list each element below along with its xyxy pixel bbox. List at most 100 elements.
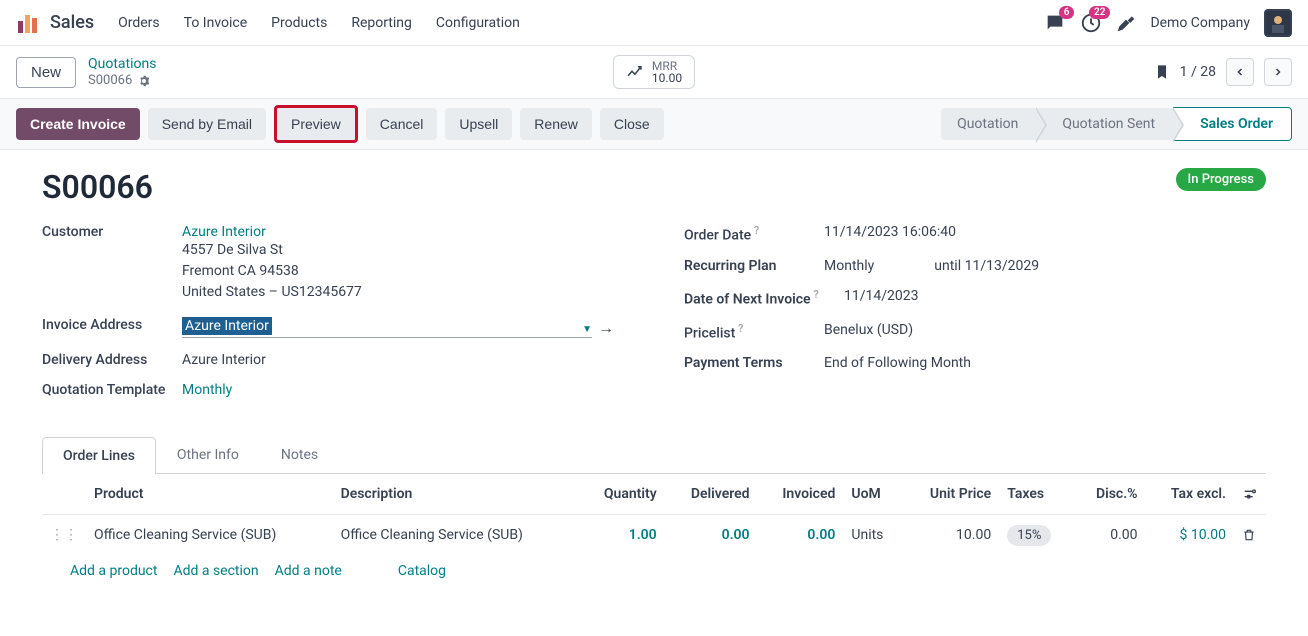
bookmark-icon[interactable] bbox=[1154, 64, 1170, 80]
tab-other-info[interactable]: Other Info bbox=[156, 436, 260, 473]
col-settings[interactable] bbox=[1234, 474, 1266, 515]
tools-icon[interactable] bbox=[1116, 13, 1136, 33]
fields-right: Order Date ? 11/14/2023 16:06:40 Recurri… bbox=[684, 224, 1266, 412]
cell-invoiced[interactable]: 0.00 bbox=[758, 515, 844, 556]
order-date-label: Order Date ? bbox=[684, 224, 824, 244]
activity-badge: 22 bbox=[1089, 6, 1110, 19]
pager-prev[interactable] bbox=[1226, 58, 1254, 86]
cell-delivered[interactable]: 0.00 bbox=[665, 515, 758, 556]
breadcrumb-quotations[interactable]: Quotations bbox=[88, 56, 156, 73]
col-product[interactable]: Product bbox=[86, 474, 333, 515]
payment-terms-value[interactable]: End of Following Month bbox=[824, 355, 1266, 371]
status-badge: In Progress bbox=[1176, 168, 1266, 191]
help-icon[interactable]: ? bbox=[811, 288, 819, 301]
status-sales-order[interactable]: Sales Order bbox=[1173, 107, 1292, 141]
menu-reporting[interactable]: Reporting bbox=[351, 15, 412, 31]
col-invoiced[interactable]: Invoiced bbox=[758, 474, 844, 515]
fields-grid: Customer Azure Interior 4557 De Silva St… bbox=[42, 224, 1266, 412]
status-quotation[interactable]: Quotation bbox=[941, 108, 1036, 140]
cell-taxes[interactable]: 15% bbox=[999, 515, 1074, 556]
recurring-until[interactable]: until 11/13/2029 bbox=[934, 258, 1039, 274]
fields-left: Customer Azure Interior 4557 De Silva St… bbox=[42, 224, 624, 412]
app-icon bbox=[16, 11, 40, 35]
chart-icon bbox=[626, 63, 644, 81]
status-quotation-sent[interactable]: Quotation Sent bbox=[1036, 108, 1173, 140]
col-quantity[interactable]: Quantity bbox=[579, 474, 665, 515]
menu-configuration[interactable]: Configuration bbox=[436, 15, 520, 31]
topnav-menu: Orders To Invoice Products Reporting Con… bbox=[118, 15, 520, 31]
cell-product[interactable]: Office Cleaning Service (SUB) bbox=[86, 515, 333, 556]
col-description[interactable]: Description bbox=[333, 474, 580, 515]
external-link-icon[interactable]: → bbox=[598, 318, 614, 338]
close-button[interactable]: Close bbox=[600, 108, 664, 140]
delivery-address-value[interactable]: Azure Interior bbox=[182, 352, 624, 368]
gear-icon[interactable] bbox=[138, 75, 150, 87]
cancel-button[interactable]: Cancel bbox=[366, 108, 438, 140]
create-invoice-button[interactable]: Create Invoice bbox=[16, 108, 140, 140]
col-disc[interactable]: Disc.% bbox=[1074, 474, 1146, 515]
menu-products[interactable]: Products bbox=[271, 15, 327, 31]
company-name[interactable]: Demo Company bbox=[1150, 15, 1250, 31]
quotation-template-label: Quotation Template bbox=[42, 382, 182, 398]
new-button[interactable]: New bbox=[16, 57, 76, 88]
tab-notes[interactable]: Notes bbox=[260, 436, 339, 473]
preview-button[interactable]: Preview bbox=[274, 105, 358, 143]
pager-text: 1 / 28 bbox=[1180, 64, 1216, 80]
mrr-button[interactable]: MRR 10.00 bbox=[613, 55, 695, 89]
catalog-link[interactable]: Catalog bbox=[398, 563, 446, 579]
add-section-link[interactable]: Add a section bbox=[173, 563, 258, 579]
drag-handle-icon[interactable]: ⋮⋮ bbox=[50, 527, 78, 543]
customer-link[interactable]: Azure Interior bbox=[182, 224, 624, 240]
chat-icon[interactable]: 6 bbox=[1044, 12, 1066, 34]
cell-disc[interactable]: 0.00 bbox=[1074, 515, 1146, 556]
add-product-link[interactable]: Add a product bbox=[70, 563, 157, 579]
delete-row-icon[interactable] bbox=[1234, 515, 1266, 556]
quotation-template-value[interactable]: Monthly bbox=[182, 382, 624, 398]
help-icon[interactable]: ? bbox=[735, 322, 743, 335]
pager-next[interactable] bbox=[1264, 58, 1292, 86]
upsell-button[interactable]: Upsell bbox=[445, 108, 512, 140]
invoice-address-select[interactable]: Azure Interior ▼ bbox=[182, 317, 592, 338]
status-flow: Quotation Quotation Sent Sales Order bbox=[941, 107, 1292, 141]
add-note-link[interactable]: Add a note bbox=[275, 563, 342, 579]
order-date-value[interactable]: 11/14/2023 16:06:40 bbox=[824, 224, 1266, 240]
renew-button[interactable]: Renew bbox=[520, 108, 592, 140]
breadcrumb-row: New Quotations S00066 MRR 10.00 1 / 28 bbox=[0, 46, 1308, 98]
topnav-right: 6 22 Demo Company bbox=[1044, 9, 1292, 37]
cell-description[interactable]: Office Cleaning Service (SUB) bbox=[333, 515, 580, 556]
action-bar: Create Invoice Send by Email Preview Can… bbox=[0, 98, 1308, 150]
cell-tax-excl[interactable]: $ 10.00 bbox=[1146, 515, 1234, 556]
tab-order-lines[interactable]: Order Lines bbox=[42, 437, 156, 474]
avatar[interactable] bbox=[1264, 9, 1292, 37]
send-email-button[interactable]: Send by Email bbox=[148, 108, 266, 140]
col-taxes[interactable]: Taxes bbox=[999, 474, 1074, 515]
breadcrumb-record: S00066 bbox=[88, 73, 156, 89]
recurring-plan-value[interactable]: Monthly bbox=[824, 258, 874, 274]
addr-line-3: United States – US12345677 bbox=[182, 282, 624, 303]
pricelist-value[interactable]: Benelux (USD) bbox=[824, 322, 1266, 338]
next-invoice-label: Date of Next Invoice ? bbox=[684, 288, 844, 308]
col-delivered[interactable]: Delivered bbox=[665, 474, 758, 515]
pricelist-label: Pricelist ? bbox=[684, 322, 824, 342]
customer-label: Customer bbox=[42, 224, 182, 240]
menu-orders[interactable]: Orders bbox=[118, 15, 160, 31]
addr-line-2: Fremont CA 94538 bbox=[182, 261, 624, 282]
cell-quantity[interactable]: 1.00 bbox=[579, 515, 665, 556]
col-uom[interactable]: UoM bbox=[843, 474, 903, 515]
delivery-address-label: Delivery Address bbox=[42, 352, 182, 368]
activity-icon[interactable]: 22 bbox=[1080, 12, 1102, 34]
invoice-address-value: Azure Interior bbox=[182, 317, 272, 335]
breadcrumb: Quotations S00066 bbox=[88, 56, 156, 88]
next-invoice-value[interactable]: 11/14/2023 bbox=[844, 288, 1266, 304]
cell-unit-price[interactable]: 10.00 bbox=[903, 515, 999, 556]
help-icon[interactable]: ? bbox=[751, 224, 759, 237]
table-row-actions: Add a product Add a section Add a note C… bbox=[42, 563, 1266, 591]
mrr-value: 10.00 bbox=[652, 72, 682, 84]
col-tax-excl[interactable]: Tax excl. bbox=[1146, 474, 1234, 515]
col-unit-price[interactable]: Unit Price bbox=[903, 474, 999, 515]
table-row[interactable]: ⋮⋮ Office Cleaning Service (SUB) Office … bbox=[42, 515, 1266, 556]
cell-uom[interactable]: Units bbox=[843, 515, 903, 556]
menu-to-invoice[interactable]: To Invoice bbox=[184, 15, 248, 31]
top-nav: Sales Orders To Invoice Products Reporti… bbox=[0, 0, 1308, 46]
app-brand[interactable]: Sales bbox=[50, 12, 94, 33]
